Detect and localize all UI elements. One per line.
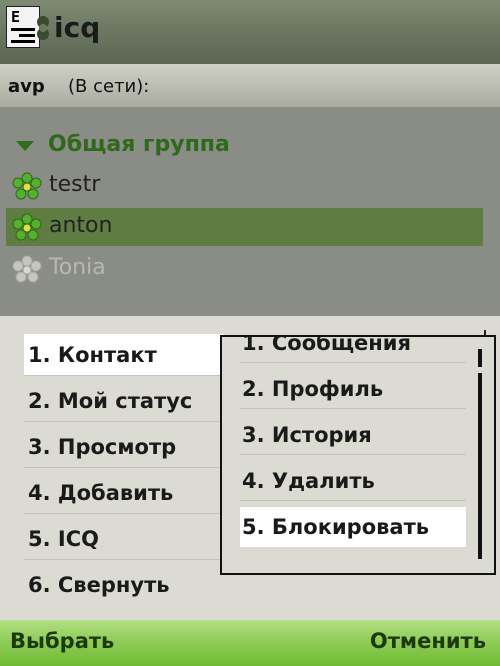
submenu-item-block[interactable]: 5. Блокировать bbox=[240, 507, 466, 547]
icq-flower-icon bbox=[12, 172, 42, 200]
menu-item-view[interactable]: 3. Просмотр bbox=[24, 426, 224, 468]
group-label: Общая группа bbox=[48, 132, 230, 157]
contact-name: testr bbox=[49, 172, 101, 197]
scrollbar-thumb[interactable] bbox=[478, 373, 482, 559]
menu-item-contact[interactable]: 1. Контакт bbox=[24, 334, 224, 376]
icq-flower-icon bbox=[12, 213, 42, 241]
menu-item-my-status[interactable]: 2. Мой статус bbox=[24, 380, 224, 422]
status-username: avp bbox=[8, 76, 45, 97]
contact-list: Общая группа testr anton Tonia bbox=[0, 108, 500, 316]
title-bar: E icq bbox=[0, 0, 500, 64]
scrollbar-cap bbox=[478, 349, 482, 367]
status-state: (В сети): bbox=[68, 76, 150, 97]
contact-submenu: 1. Сообщения 2. Профиль 3. История 4. Уд… bbox=[220, 335, 496, 575]
app-title: icq bbox=[54, 11, 101, 44]
submenu-item-history[interactable]: 3. История bbox=[240, 415, 466, 455]
triangle-down-icon bbox=[16, 141, 34, 151]
contact-row[interactable]: anton bbox=[6, 208, 483, 246]
contact-row[interactable]: Tonia bbox=[6, 250, 483, 288]
submenu-item-messages[interactable]: 1. Сообщения bbox=[240, 337, 466, 363]
submenu-item-delete[interactable]: 4. Удалить bbox=[240, 461, 466, 501]
status-bar: avp (В сети): bbox=[0, 64, 500, 108]
icq-flower-icon bbox=[37, 16, 49, 40]
icq-flower-offline-icon bbox=[12, 255, 42, 283]
menu-item-minimize[interactable]: 6. Свернуть bbox=[24, 564, 224, 606]
cancel-softkey[interactable]: Отменить bbox=[370, 629, 486, 653]
menu-item-add[interactable]: 4. Добавить bbox=[24, 472, 224, 514]
contact-row[interactable]: testr bbox=[6, 167, 483, 205]
contact-name: Tonia bbox=[49, 255, 106, 280]
select-softkey[interactable]: Выбрать bbox=[10, 629, 114, 653]
group-header[interactable]: Общая группа bbox=[0, 128, 500, 162]
softkey-bar: Выбрать Отменить bbox=[0, 620, 500, 666]
system-menu-letter: E bbox=[11, 8, 21, 26]
submenu-scrollbar[interactable] bbox=[478, 343, 482, 565]
menu-item-icq[interactable]: 5. ICQ bbox=[24, 518, 224, 560]
submenu-item-profile[interactable]: 2. Профиль bbox=[240, 369, 466, 409]
contact-name: anton bbox=[49, 213, 113, 238]
